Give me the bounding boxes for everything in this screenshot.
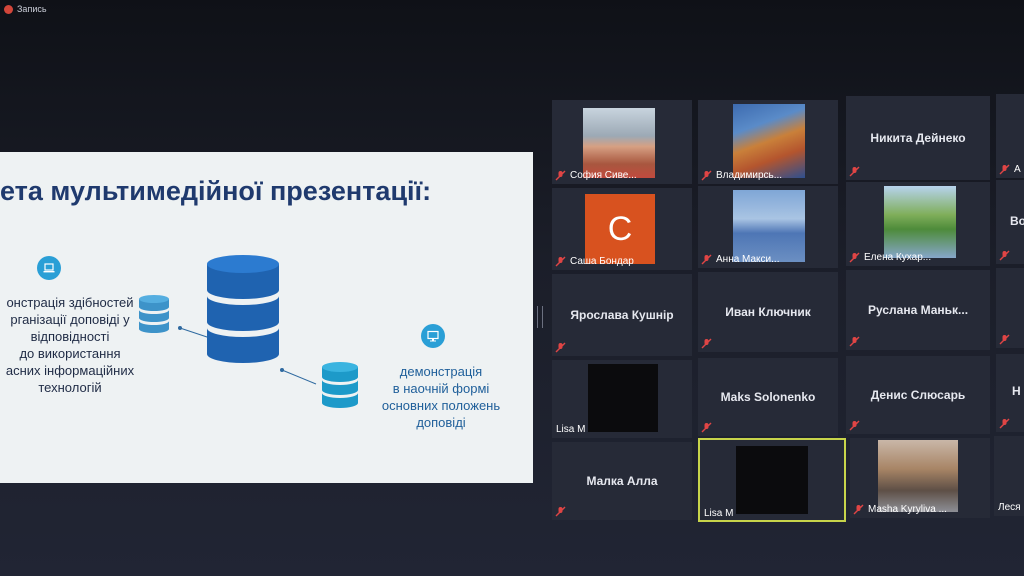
participant-name: Анна Макси...	[716, 254, 780, 265]
recording-indicator[interactable]: Запись	[0, 0, 47, 18]
record-icon	[4, 4, 13, 14]
participant-name: Lisa M	[556, 424, 586, 435]
participant-name: Никита Дейнеко	[870, 131, 966, 145]
participant-photo	[884, 186, 956, 258]
mic-muted-icon	[853, 504, 864, 515]
participant-photo	[878, 440, 958, 512]
mic-muted-icon	[555, 170, 566, 181]
participant-tile[interactable]: Во	[996, 180, 1024, 264]
mic-muted-icon	[849, 420, 860, 431]
participant-photo	[583, 108, 655, 178]
participant-name: А	[1014, 164, 1021, 175]
participant-name: Во	[1010, 214, 1024, 228]
participant-tile[interactable]: Н	[996, 354, 1024, 432]
panel-resize-handle[interactable]	[537, 306, 543, 328]
participant-video-off	[736, 446, 808, 514]
participant-tile[interactable]: А	[996, 94, 1024, 178]
zoom-meeting-window: Запись ета мультимедійної презентації: о…	[0, 0, 1024, 576]
participant-name: Саша Бондар	[570, 256, 634, 267]
participant-tile[interactable]: Masha Kyryliva ...	[850, 438, 990, 518]
database-icon-small-left	[139, 295, 169, 333]
participant-name: Владимирсь...	[716, 170, 783, 181]
participant-name: Masha Kyryliva ...	[868, 504, 947, 515]
database-icon-small-right	[322, 362, 358, 408]
participant-tile[interactable]: Анна Макси...	[698, 186, 838, 268]
participant-photo	[733, 104, 805, 178]
mic-muted-icon	[555, 506, 566, 517]
participant-name: Ярослава Кушнір	[570, 308, 674, 322]
mic-muted-icon	[555, 342, 566, 353]
participant-name: София Сиве...	[570, 170, 637, 181]
mic-muted-icon	[701, 422, 712, 433]
participant-tile[interactable]: София Сиве...	[552, 100, 692, 184]
participant-photo	[733, 190, 805, 262]
participant-name: Леся	[998, 502, 1021, 513]
participant-name: Иван Ключник	[725, 305, 811, 319]
mic-muted-icon	[999, 250, 1010, 261]
participant-name: Руслана Маньк...	[867, 303, 969, 317]
participant-name: Малка Алла	[586, 474, 658, 488]
mic-muted-icon	[999, 164, 1010, 175]
participant-name: Maks Solonenko	[720, 390, 816, 404]
participant-tile-partial[interactable]	[996, 268, 1024, 348]
database-icon-large	[207, 255, 279, 363]
participant-name: Денис Слюсарь	[870, 388, 966, 402]
participant-tile[interactable]: Денис Слюсарь	[846, 356, 990, 434]
participant-tile[interactable]: Малка Алла	[552, 442, 692, 520]
participant-name: Н	[1012, 384, 1021, 398]
participant-tile[interactable]: Никита Дейнеко	[846, 96, 990, 180]
participant-tile[interactable]: Lisa M	[552, 360, 692, 438]
participant-name: Елена Кухар...	[864, 252, 932, 263]
participant-tile[interactable]: Maks Solonenko	[698, 358, 838, 436]
participant-tile[interactable]: Леся	[994, 436, 1024, 516]
participant-tile[interactable]: Иван Ключник	[698, 272, 838, 352]
mic-muted-icon	[849, 336, 860, 347]
participant-tile[interactable]: Руслана Маньк...	[846, 270, 990, 350]
participant-name: Lisa M	[704, 508, 734, 519]
shared-screen-slide: ета мультимедійної презентації: онстраці…	[0, 152, 533, 483]
mic-muted-icon	[999, 418, 1010, 429]
mic-muted-icon	[701, 254, 712, 265]
participant-tile[interactable]: Елена Кухар...	[846, 182, 990, 266]
mic-muted-icon	[849, 166, 860, 177]
mic-muted-icon	[555, 256, 566, 267]
mic-muted-icon	[701, 338, 712, 349]
participant-tile[interactable]: С Саша Бондар	[552, 188, 692, 270]
participant-tile-active-speaker[interactable]: Lisa M	[698, 438, 846, 522]
mic-muted-icon	[999, 334, 1010, 345]
participant-video-off	[588, 364, 658, 432]
mic-muted-icon	[701, 170, 712, 181]
participant-initial-avatar: С	[585, 194, 655, 264]
recording-label: Запись	[17, 4, 47, 14]
participant-tile[interactable]: Владимирсь...	[698, 100, 838, 184]
mic-muted-icon	[849, 252, 860, 263]
participant-tile[interactable]: Ярослава Кушнір	[552, 274, 692, 356]
